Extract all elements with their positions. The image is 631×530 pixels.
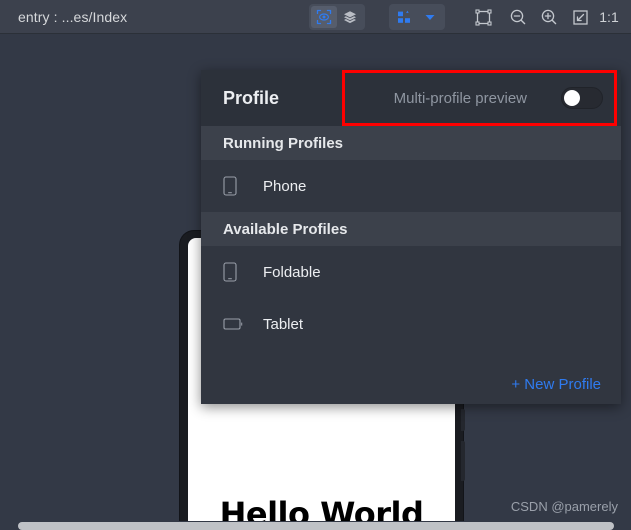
preview-eye-icon[interactable]: [311, 6, 337, 28]
new-profile-wrap: + New Profile: [503, 376, 609, 394]
profile-row-foldable[interactable]: Foldable: [201, 246, 621, 298]
zoom-in-icon[interactable]: [535, 4, 563, 30]
new-profile-button[interactable]: + New Profile: [503, 370, 609, 399]
editor-tab-title[interactable]: entry : ...es/Index: [18, 9, 127, 25]
toggle-knob: [564, 90, 580, 106]
profile-dropdown-panel: Profile Multi-profile preview Running Pr…: [201, 70, 621, 404]
device-volume-button: [461, 441, 465, 481]
multi-profile-preview-label: Multi-profile preview: [393, 89, 527, 107]
tablet-icon: [223, 316, 259, 332]
frame-select-icon[interactable]: [469, 4, 497, 30]
ide-preview-window: entry : ...es/Index 1:1 Hello World Prof…: [0, 0, 631, 530]
profile-row-phone[interactable]: Phone: [201, 160, 621, 212]
multi-profile-preview-toggle[interactable]: [561, 87, 603, 109]
profile-label: Phone: [263, 177, 307, 195]
zoom-out-icon[interactable]: [504, 4, 532, 30]
zoom-ratio-text: 1:1: [599, 9, 619, 25]
toolbar-group-display: [309, 4, 365, 30]
horizontal-scrollbar-thumb[interactable]: [18, 522, 614, 530]
layers-icon[interactable]: [337, 6, 363, 28]
device-power-button: [461, 409, 465, 431]
horizontal-scrollbar-track[interactable]: [0, 521, 631, 530]
foldable-icon: [223, 262, 259, 282]
preview-toolbar: entry : ...es/Index 1:1: [0, 0, 631, 34]
chevron-down-icon[interactable]: [417, 6, 443, 28]
profile-label: Foldable: [263, 263, 321, 281]
multi-profile-preview-control[interactable]: Multi-profile preview: [394, 70, 603, 126]
profile-label: Tablet: [263, 315, 304, 333]
profile-panel-header: Profile Multi-profile preview: [201, 70, 621, 126]
profile-row-tablet[interactable]: Tablet: [201, 298, 621, 350]
grid-layout-icon[interactable]: [391, 6, 417, 28]
page-title: Profile: [223, 87, 280, 108]
section-header-available: Available Profiles: [201, 212, 621, 246]
zoom-ratio-label[interactable]: 1:1: [596, 4, 622, 30]
watermark-text: CSDN @pamerely: [510, 499, 618, 514]
phone-icon: [223, 176, 259, 196]
preview-canvas: Hello World Profile Multi-profile previe…: [0, 34, 631, 530]
toolbar-group-layout: [389, 4, 445, 30]
fit-screen-icon[interactable]: [566, 4, 594, 30]
section-header-running: Running Profiles: [201, 126, 621, 160]
